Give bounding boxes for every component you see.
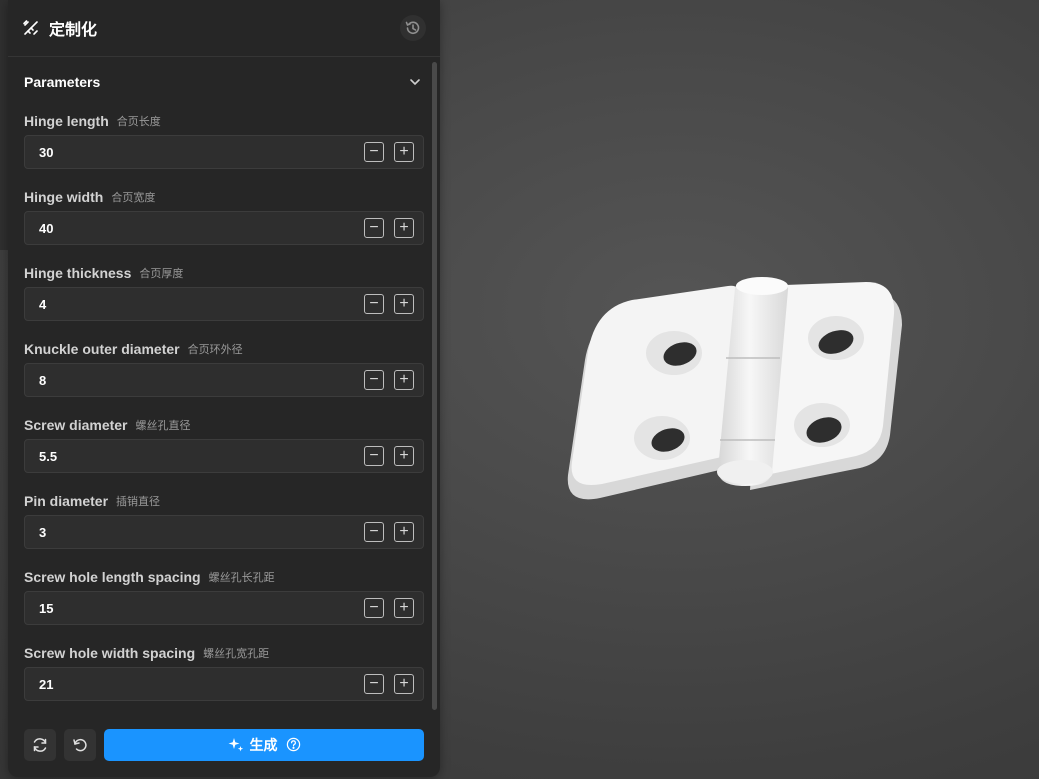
generate-label: 生成 bbox=[249, 736, 278, 753]
parameter-name: Hinge length bbox=[24, 113, 109, 129]
parameter-field: −+ bbox=[24, 439, 424, 473]
parameter-row: Pin diameter 插销直径 −+ bbox=[8, 486, 440, 562]
decrement-button[interactable]: − bbox=[364, 446, 384, 466]
parameter-name-zh: 螺丝孔宽孔距 bbox=[203, 648, 270, 660]
panel-title: 定制化 bbox=[49, 22, 98, 39]
parameter-label: Pin diameter 插销直径 bbox=[24, 486, 424, 514]
parameter-name-zh: 螺丝孔长孔距 bbox=[208, 572, 275, 584]
customization-panel: 定制化 Parameters Hinge length合页长度−+Hinge w… bbox=[8, 0, 440, 777]
scrollbar[interactable] bbox=[432, 62, 437, 710]
parameter-field: −+ bbox=[24, 287, 424, 321]
parameter-name-zh: 合页环外径 bbox=[187, 344, 243, 356]
decrement-button[interactable]: − bbox=[364, 598, 384, 618]
parameter-field: −+ bbox=[24, 515, 424, 549]
parameter-row: Hinge width 合页宽度 −+ bbox=[8, 182, 440, 258]
parameter-label: Knuckle outer diameter 合页环外径 bbox=[24, 334, 424, 362]
parameter-name-zh: 合页宽度 bbox=[111, 192, 156, 204]
wand-ruler-icon bbox=[22, 19, 40, 37]
hinge-3d-model[interactable] bbox=[540, 250, 920, 520]
parameter-name: Hinge width bbox=[24, 189, 104, 205]
parameter-name: Pin diameter bbox=[24, 493, 109, 509]
parameter-field: −+ bbox=[24, 363, 424, 397]
parameter-label: Screw hole length spacing 螺丝孔长孔距 bbox=[24, 562, 424, 590]
undo-icon bbox=[71, 736, 89, 754]
parameter-label: Screw hole width spacing 螺丝孔宽孔距 bbox=[24, 638, 424, 666]
help-circle-icon[interactable] bbox=[286, 737, 301, 752]
parameter-row: Screw diameter 螺丝孔直径 −+ bbox=[8, 410, 440, 486]
parameters-scroll-area[interactable]: Parameters Hinge length合页长度−+Hinge width… bbox=[8, 58, 440, 710]
parameters-section-header[interactable]: Parameters bbox=[8, 58, 440, 106]
section-title: Parameters bbox=[24, 74, 101, 90]
parameter-name: Screw hole length spacing bbox=[24, 569, 201, 585]
parameter-field: −+ bbox=[24, 135, 424, 169]
parameter-row: Screw hole width spacing 螺丝孔宽孔距 −+ bbox=[8, 638, 440, 710]
parameter-name: Hinge thickness bbox=[24, 265, 132, 281]
decrement-button[interactable]: − bbox=[364, 674, 384, 694]
increment-button[interactable]: + bbox=[394, 522, 414, 542]
parameter-row: Hinge length 合页长度 −+ bbox=[8, 106, 440, 182]
parameter-row: Screw hole length spacing 螺丝孔长孔距 −+ bbox=[8, 562, 440, 638]
increment-button[interactable]: + bbox=[394, 142, 414, 162]
parameter-label: Hinge thickness 合页厚度 bbox=[24, 258, 424, 286]
increment-button[interactable]: + bbox=[394, 598, 414, 618]
generate-button[interactable]: 生成 bbox=[104, 728, 424, 761]
increment-button[interactable]: + bbox=[394, 674, 414, 694]
panel-header: 定制化 bbox=[8, 0, 440, 57]
parameter-input[interactable] bbox=[39, 372, 354, 388]
refresh-icon bbox=[31, 736, 49, 754]
parameter-name: Knuckle outer diameter bbox=[24, 341, 180, 357]
parameter-name-zh: 合页厚度 bbox=[139, 268, 184, 280]
increment-button[interactable]: + bbox=[394, 370, 414, 390]
parameter-label: Screw diameter 螺丝孔直径 bbox=[24, 410, 424, 438]
parameter-name-zh: 合页长度 bbox=[116, 116, 161, 128]
parameter-field: −+ bbox=[24, 667, 424, 701]
increment-button[interactable]: + bbox=[394, 218, 414, 238]
chevron-down-icon bbox=[408, 75, 422, 89]
increment-button[interactable]: + bbox=[394, 294, 414, 314]
parameter-name-zh: 插销直径 bbox=[116, 496, 161, 508]
decrement-button[interactable]: − bbox=[364, 370, 384, 390]
parameter-input[interactable] bbox=[39, 220, 354, 236]
decrement-button[interactable]: − bbox=[364, 522, 384, 542]
panel-footer: 生成 bbox=[8, 712, 440, 777]
parameter-row: Hinge thickness 合页厚度 −+ bbox=[8, 258, 440, 334]
reset-button[interactable] bbox=[64, 728, 96, 761]
parameter-input[interactable] bbox=[39, 524, 354, 540]
refresh-button[interactable] bbox=[24, 728, 56, 761]
parameter-field: −+ bbox=[24, 591, 424, 625]
parameter-input[interactable] bbox=[39, 676, 354, 692]
sparkle-icon bbox=[228, 737, 244, 753]
parameter-input[interactable] bbox=[39, 296, 354, 312]
parameter-label: Hinge length 合页长度 bbox=[24, 106, 424, 134]
parameter-name: Screw diameter bbox=[24, 417, 128, 433]
parameter-row: Knuckle outer diameter 合页环外径 −+ bbox=[8, 334, 440, 410]
parameter-input[interactable] bbox=[39, 600, 354, 616]
history-button[interactable] bbox=[400, 15, 426, 41]
decrement-button[interactable]: − bbox=[364, 218, 384, 238]
decrement-button[interactable]: − bbox=[364, 294, 384, 314]
parameter-field: −+ bbox=[24, 211, 424, 245]
parameter-name: Screw hole width spacing bbox=[24, 645, 196, 661]
history-icon bbox=[404, 19, 422, 37]
parameter-input[interactable] bbox=[39, 144, 354, 160]
parameter-label: Hinge width 合页宽度 bbox=[24, 182, 424, 210]
decrement-button[interactable]: − bbox=[364, 142, 384, 162]
parameter-name-zh: 螺丝孔直径 bbox=[135, 420, 191, 432]
increment-button[interactable]: + bbox=[394, 446, 414, 466]
parameter-input[interactable] bbox=[39, 448, 354, 464]
parameters-list: Hinge length合页长度−+Hinge width合页宽度−+Hinge… bbox=[8, 106, 440, 710]
